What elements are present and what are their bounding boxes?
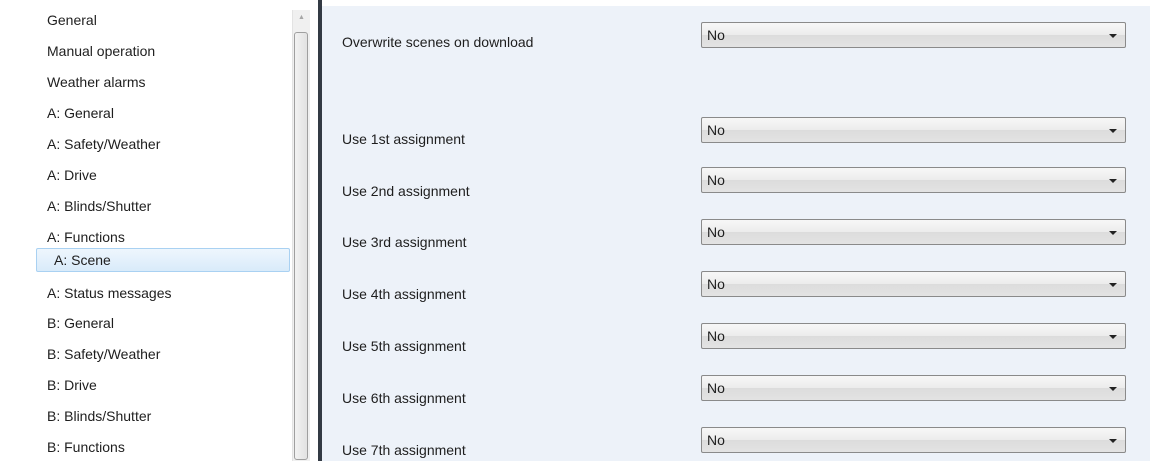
select-value: No bbox=[707, 276, 725, 292]
nav-item-general[interactable]: General bbox=[36, 8, 290, 32]
nav-item-manual-operation[interactable]: Manual operation bbox=[36, 39, 290, 63]
nav-item-a-blinds-shutter[interactable]: A: Blinds/Shutter bbox=[36, 194, 290, 218]
param-label-assignment-6: Use 6th assignment bbox=[342, 390, 466, 406]
dropdown-arrow-icon bbox=[1109, 179, 1117, 183]
nav-item-a-scene[interactable]: A: Scene bbox=[36, 248, 290, 272]
overwrite-scenes-select[interactable]: No bbox=[701, 22, 1126, 48]
nav-scrollbar[interactable]: ▲ bbox=[292, 10, 310, 461]
nav-item-a-functions[interactable]: A: Functions bbox=[36, 225, 290, 249]
dropdown-arrow-icon bbox=[1109, 387, 1117, 391]
param-label-assignment-2: Use 2nd assignment bbox=[342, 183, 470, 199]
param-label-overwrite-scenes: Overwrite scenes on download bbox=[342, 34, 534, 50]
scrollbar-thumb[interactable] bbox=[294, 32, 308, 460]
select-value: No bbox=[707, 432, 725, 448]
param-label-assignment-4: Use 4th assignment bbox=[342, 286, 466, 302]
nav-item-a-safety-weather[interactable]: A: Safety/Weather bbox=[36, 132, 290, 156]
nav-item-a-general[interactable]: A: General bbox=[36, 101, 290, 125]
dropdown-arrow-icon bbox=[1109, 439, 1117, 443]
param-label-assignment-3: Use 3rd assignment bbox=[342, 234, 467, 250]
nav-item-b-functions[interactable]: B: Functions bbox=[36, 435, 290, 459]
dropdown-arrow-icon bbox=[1109, 283, 1117, 287]
app-window: General Manual operation Weather alarms … bbox=[0, 0, 1150, 461]
assignment-5-select[interactable]: No bbox=[701, 323, 1126, 349]
dropdown-arrow-icon bbox=[1109, 129, 1117, 133]
param-label-assignment-7: Use 7th assignment bbox=[342, 442, 466, 458]
nav-item-b-general[interactable]: B: General bbox=[36, 311, 290, 335]
dropdown-arrow-icon bbox=[1109, 335, 1117, 339]
nav-item-b-drive[interactable]: B: Drive bbox=[36, 373, 290, 397]
nav-list: General Manual operation Weather alarms … bbox=[36, 8, 290, 461]
dropdown-arrow-icon bbox=[1109, 34, 1117, 38]
select-value: No bbox=[707, 224, 725, 240]
param-label-assignment-1: Use 1st assignment bbox=[342, 131, 465, 147]
assignment-1-select[interactable]: No bbox=[701, 117, 1126, 143]
nav-item-b-safety-weather[interactable]: B: Safety/Weather bbox=[36, 342, 290, 366]
assignment-4-select[interactable]: No bbox=[701, 271, 1126, 297]
scroll-up-arrow-icon[interactable]: ▲ bbox=[293, 10, 310, 27]
select-value: No bbox=[707, 328, 725, 344]
nav-item-weather-alarms[interactable]: Weather alarms bbox=[36, 70, 290, 94]
parameter-panel: Overwrite scenes on download No Use 1st … bbox=[322, 0, 1150, 461]
parameter-page-list: General Manual operation Weather alarms … bbox=[0, 0, 318, 461]
assignment-2-select[interactable]: No bbox=[701, 167, 1126, 193]
select-value: No bbox=[707, 380, 725, 396]
select-value: No bbox=[707, 122, 725, 138]
assignment-3-select[interactable]: No bbox=[701, 219, 1126, 245]
select-value: No bbox=[707, 27, 725, 43]
nav-item-a-drive[interactable]: A: Drive bbox=[36, 163, 290, 187]
assignment-7-select[interactable]: No bbox=[701, 427, 1126, 453]
nav-item-b-blinds-shutter[interactable]: B: Blinds/Shutter bbox=[36, 404, 290, 428]
param-label-assignment-5: Use 5th assignment bbox=[342, 338, 466, 354]
select-value: No bbox=[707, 172, 725, 188]
assignment-6-select[interactable]: No bbox=[701, 375, 1126, 401]
nav-item-a-status-messages[interactable]: A: Status messages bbox=[36, 281, 290, 305]
dropdown-arrow-icon bbox=[1109, 231, 1117, 235]
